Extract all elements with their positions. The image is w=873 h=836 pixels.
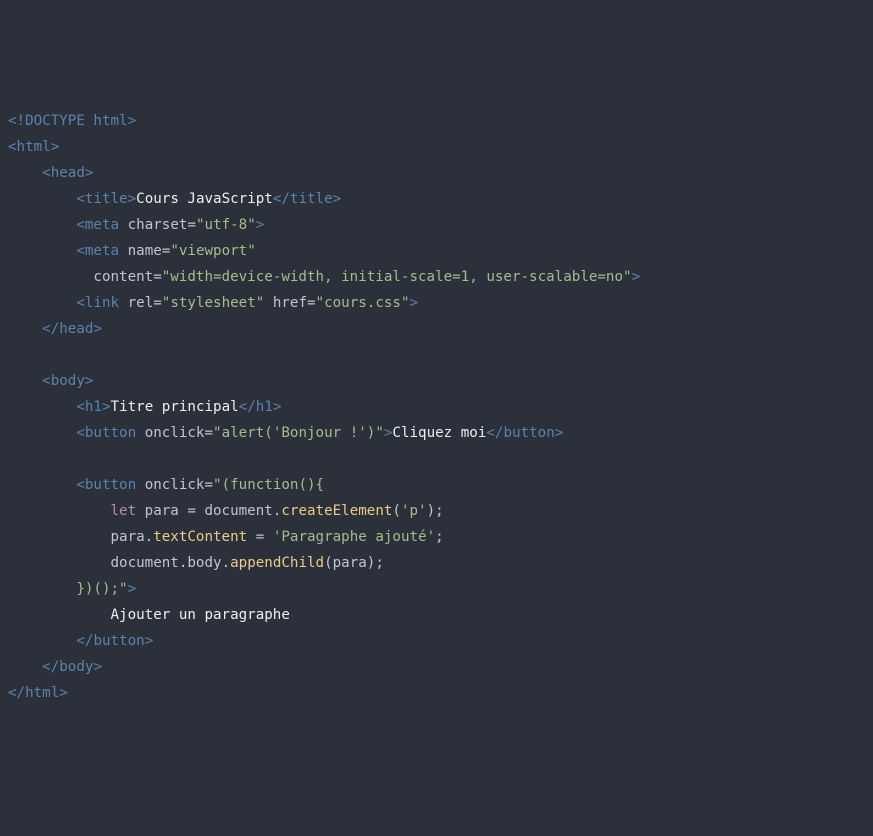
btn2-text: Ajouter un paragraphe bbox=[111, 607, 290, 623]
head-open: head bbox=[51, 165, 85, 181]
doctype: DOCTYPE html bbox=[25, 113, 128, 129]
code-block: <!DOCTYPE html> <html> <head> <title>Cou… bbox=[8, 108, 865, 706]
btn1-text: Cliquez moi bbox=[392, 425, 486, 441]
title-text: Cours JavaScript bbox=[136, 191, 273, 207]
html-open-tag: html bbox=[17, 139, 51, 155]
body-open: body bbox=[51, 373, 85, 389]
h1-text: Titre principal bbox=[111, 399, 239, 415]
